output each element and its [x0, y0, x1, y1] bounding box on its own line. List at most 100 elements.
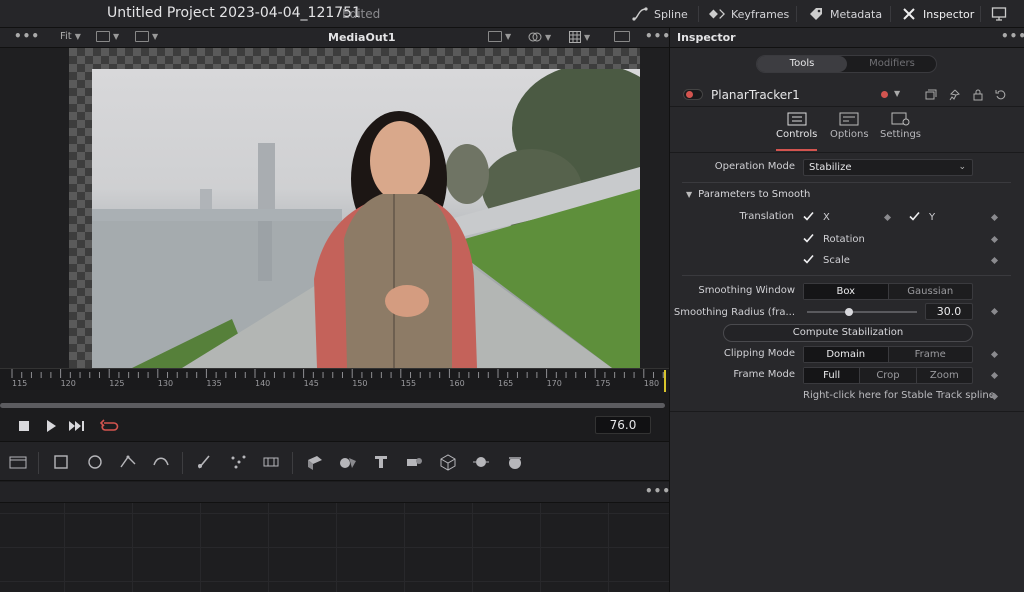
frame-mode-crop[interactable]: Crop	[859, 368, 915, 383]
media-in-icon[interactable]	[8, 452, 28, 472]
translation-y-checkbox[interactable]	[909, 211, 920, 222]
fullscreen-button[interactable]	[991, 5, 1007, 23]
inspector-title: Inspector	[677, 31, 736, 44]
keyframe-diamond-icon[interactable]	[990, 213, 999, 222]
keyframe-diamond-icon[interactable]	[990, 256, 999, 265]
frame-mode-zoom[interactable]: Zoom	[915, 368, 972, 383]
keyframes-button[interactable]: Keyframes	[709, 5, 789, 23]
tab-controls[interactable]: Controls	[776, 112, 818, 151]
toolbar-divider	[182, 452, 183, 474]
rotation-checkbox[interactable]	[803, 233, 814, 244]
aspect-button[interactable]	[614, 31, 630, 42]
stable-track-spline-hint[interactable]: Right-click here for Stable Track spline	[803, 390, 995, 401]
slider-knob[interactable]	[844, 308, 853, 316]
settings-icon	[891, 112, 909, 126]
tracker-icon[interactable]	[261, 452, 281, 472]
cube-3d-icon[interactable]	[438, 452, 458, 472]
frame-mode-full[interactable]: Full	[804, 368, 860, 383]
play-icon[interactable]	[44, 419, 58, 433]
node-editor[interactable]	[0, 503, 669, 592]
keyframe-diamond-icon[interactable]	[990, 235, 999, 244]
clipping-mode-frame[interactable]: Frame	[887, 347, 973, 362]
node-enable-toggle[interactable]	[683, 89, 703, 100]
chevron-down-icon: ▼	[505, 32, 512, 41]
scale-checkbox[interactable]	[803, 254, 814, 265]
keyframe-diamond-icon[interactable]	[883, 213, 892, 222]
translation-x-checkbox[interactable]	[803, 211, 814, 222]
shape-3d-icon[interactable]	[305, 452, 325, 472]
frame-mode-selector: Full Crop Zoom	[803, 367, 973, 384]
chevron-down-icon[interactable]: ▼	[894, 89, 900, 98]
viewer[interactable]	[0, 48, 669, 368]
spline-button[interactable]: Spline	[632, 5, 688, 23]
paint-icon[interactable]	[195, 452, 215, 472]
ruler-label: 165	[498, 379, 514, 388]
inspector-button[interactable]: Inspector	[901, 5, 974, 23]
inspector-tabs: Tools Modifiers	[756, 55, 937, 73]
smoothing-window-box[interactable]: Box	[804, 284, 888, 299]
tab-settings[interactable]: Settings	[880, 112, 921, 140]
text-3d-icon[interactable]	[371, 452, 391, 472]
stop-icon[interactable]	[17, 419, 31, 433]
lut-icon	[528, 32, 542, 42]
reset-icon[interactable]	[995, 89, 1007, 101]
inspector-more-button[interactable]: •••	[1001, 29, 1024, 43]
fit-dropdown[interactable]: Fit ▼	[60, 31, 81, 42]
smoothing-window-gaussian[interactable]: Gaussian	[887, 284, 973, 299]
keyframe-diamond-icon[interactable]	[990, 307, 999, 316]
keyframe-diamond-icon[interactable]	[990, 350, 999, 359]
grid-dropdown[interactable]: ▼	[569, 31, 590, 43]
tab-tools[interactable]: Tools	[757, 56, 847, 72]
renderer-3d-icon[interactable]	[505, 452, 525, 472]
chevron-down-icon: ▼	[584, 32, 591, 42]
tab-modifiers[interactable]: Modifiers	[847, 56, 937, 72]
node-color-swatch[interactable]	[881, 91, 888, 98]
polygon-mask-icon[interactable]	[118, 452, 138, 472]
ruler-label: 130	[157, 379, 174, 388]
playhead[interactable]	[664, 370, 666, 392]
smoothing-window-selector: Box Gaussian	[803, 283, 973, 300]
rectangle-mask-icon[interactable]	[51, 452, 71, 472]
channel-dropdown[interactable]: ▼	[96, 31, 119, 42]
particles-icon[interactable]	[228, 452, 248, 472]
tab-options[interactable]: Options	[830, 112, 869, 140]
merge-3d-icon[interactable]	[338, 452, 358, 472]
viewer-header: ••• Fit ▼ ▼ ▼ MediaOut1 ▼ ▼ ▼ •••	[0, 28, 671, 48]
transport-controls	[0, 412, 669, 440]
bspline-mask-icon[interactable]	[151, 452, 171, 472]
scrub-bar[interactable]	[0, 403, 665, 408]
lock-icon[interactable]	[972, 89, 984, 101]
operation-mode-dropdown[interactable]: Stabilize ⌄	[803, 159, 973, 176]
view-mode-dropdown[interactable]: ▼	[135, 31, 158, 42]
parameters-to-smooth-section[interactable]: ▼ Parameters to Smooth	[686, 189, 810, 200]
compute-stabilization-button[interactable]: Compute Stabilization	[723, 324, 973, 342]
loop-icon[interactable]	[100, 419, 119, 433]
video-frame	[92, 69, 640, 368]
roi-dropdown[interactable]: ▼	[488, 31, 511, 42]
versions-icon[interactable]	[925, 89, 937, 101]
viewer-options-button[interactable]: •••	[14, 29, 40, 43]
light-3d-icon[interactable]	[471, 452, 491, 472]
viewer-more-button[interactable]: •••	[645, 29, 671, 43]
ellipse-mask-icon[interactable]	[85, 452, 105, 472]
keyframe-diamond-icon[interactable]	[990, 371, 999, 380]
chevron-down-icon: ▼	[74, 32, 81, 41]
ruler-label: 120	[60, 379, 76, 388]
smoothing-radius-value[interactable]: 30.0	[925, 303, 973, 320]
node-name[interactable]: PlanarTracker1	[711, 88, 800, 102]
ruler-label: 175	[595, 379, 611, 388]
lut-dropdown[interactable]: ▼	[528, 31, 551, 43]
smoothing-radius-slider[interactable]	[807, 308, 917, 316]
timeline-ruler[interactable]: 115 120 125 130 135 140 145 150 155 160 165 170 175 1…	[0, 368, 669, 390]
ruler-label: 170	[546, 379, 562, 388]
nodes-more-button[interactable]: •••	[645, 484, 671, 498]
camera-3d-icon[interactable]	[404, 452, 424, 472]
ruler-label: 155	[400, 379, 417, 388]
current-frame-field[interactable]: 76.0	[595, 416, 651, 434]
node-header-row: PlanarTracker1 ▼	[670, 83, 1024, 107]
metadata-button[interactable]: Metadata	[808, 5, 882, 23]
pin-icon[interactable]	[949, 89, 961, 101]
clipping-mode-domain[interactable]: Domain	[804, 347, 888, 362]
keyframes-label: Keyframes	[731, 7, 790, 21]
skip-end-icon[interactable]	[68, 419, 86, 433]
